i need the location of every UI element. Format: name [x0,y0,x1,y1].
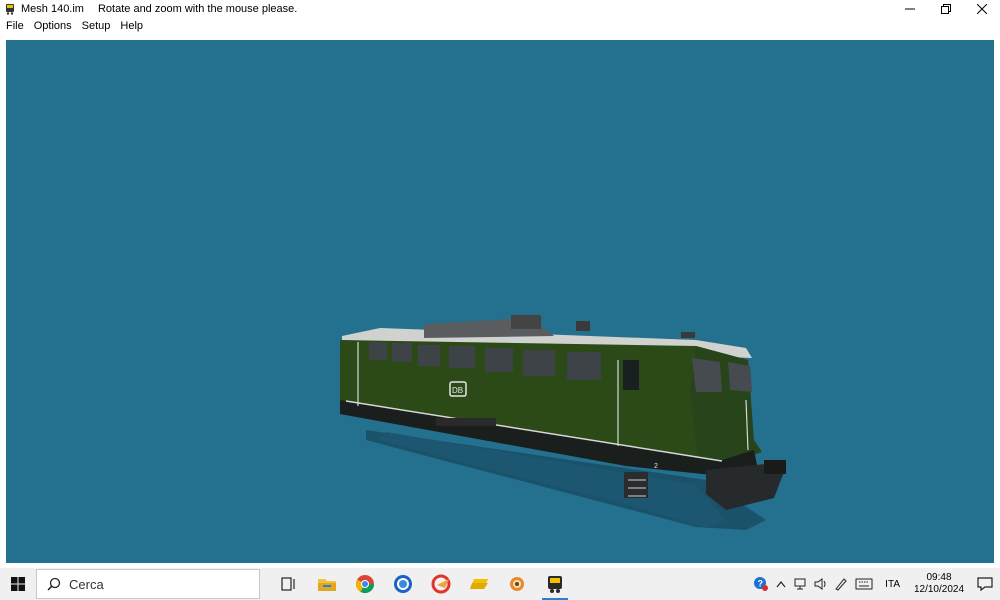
train-app-icon [548,576,562,593]
folder-icon [470,579,488,589]
search-box[interactable]: Cerca [36,569,260,599]
front-window-left [692,358,722,392]
language-indicator[interactable]: ITA [877,579,908,590]
minimize-icon [905,8,915,10]
network-icon [794,578,806,590]
train-icon [6,4,14,15]
file-explorer-button[interactable] [308,568,346,600]
locomotive-model: DB 2 [340,315,786,530]
window-subtitle: Rotate and zoom with the mouse please. [97,3,298,15]
clock-time: 09:48 [926,572,952,583]
keyboard-button[interactable] [851,568,877,600]
menu-setup[interactable]: Setup [77,20,116,32]
start-button[interactable] [0,568,36,600]
app-icon [510,577,524,591]
system-tray: ? ITA 09:48 12/10/2024 [751,568,1000,600]
windows-icon [11,577,25,591]
firefox-button[interactable] [384,568,422,600]
file-explorer-icon [318,579,336,591]
front-window-right [728,362,752,392]
keyboard-icon [855,578,873,590]
ccleaner-button[interactable] [422,568,460,600]
folder-button[interactable] [460,568,498,600]
network-button[interactable] [791,568,811,600]
help-tray-button[interactable]: ? [751,568,771,600]
train-app-button[interactable] [536,568,574,600]
3d-viewport[interactable]: DB 2 [6,40,994,563]
menu-file[interactable]: File [0,20,29,32]
cab-door [623,360,639,390]
task-view-icon [281,577,295,591]
show-hidden-icons-button[interactable] [771,568,791,600]
db-logo-text: DB [452,386,463,395]
chevron-up-icon [776,581,786,588]
menu-help[interactable]: Help [115,20,148,32]
volume-button[interactable] [811,568,831,600]
ccleaner-icon [431,574,451,594]
notification-button[interactable] [970,568,1000,600]
title-bar: Mesh 140.im Rotate and zoom with the mou… [0,0,1000,18]
window-title: Mesh 140.im [21,3,84,15]
cab-number: 2 [654,463,658,470]
taskbar: Cerca ? ITA 09:48 12/10/2024 [0,568,1000,600]
close-button[interactable] [964,0,1000,18]
chrome-button[interactable] [346,568,384,600]
restore-icon [941,4,951,14]
pen-icon [835,578,847,591]
help-icon: ? [754,577,769,591]
restore-button[interactable] [928,0,964,18]
speaker-icon [814,578,826,590]
minimize-button[interactable] [892,0,928,18]
clock-date: 12/10/2024 [913,584,965,595]
menu-bar: File Options Setup Help [0,18,1000,34]
notification-icon [977,577,993,592]
window-controls [892,0,1000,18]
task-view-button[interactable] [270,568,308,600]
app-button[interactable] [498,568,536,600]
menu-options[interactable]: Options [29,20,77,32]
pen-button[interactable] [831,568,851,600]
chrome-icon [355,575,374,594]
firefox-icon [394,575,412,593]
close-icon [977,4,987,14]
search-placeholder: Cerca [69,576,104,592]
search-icon [47,577,61,591]
clock[interactable]: 09:48 12/10/2024 [908,572,970,596]
